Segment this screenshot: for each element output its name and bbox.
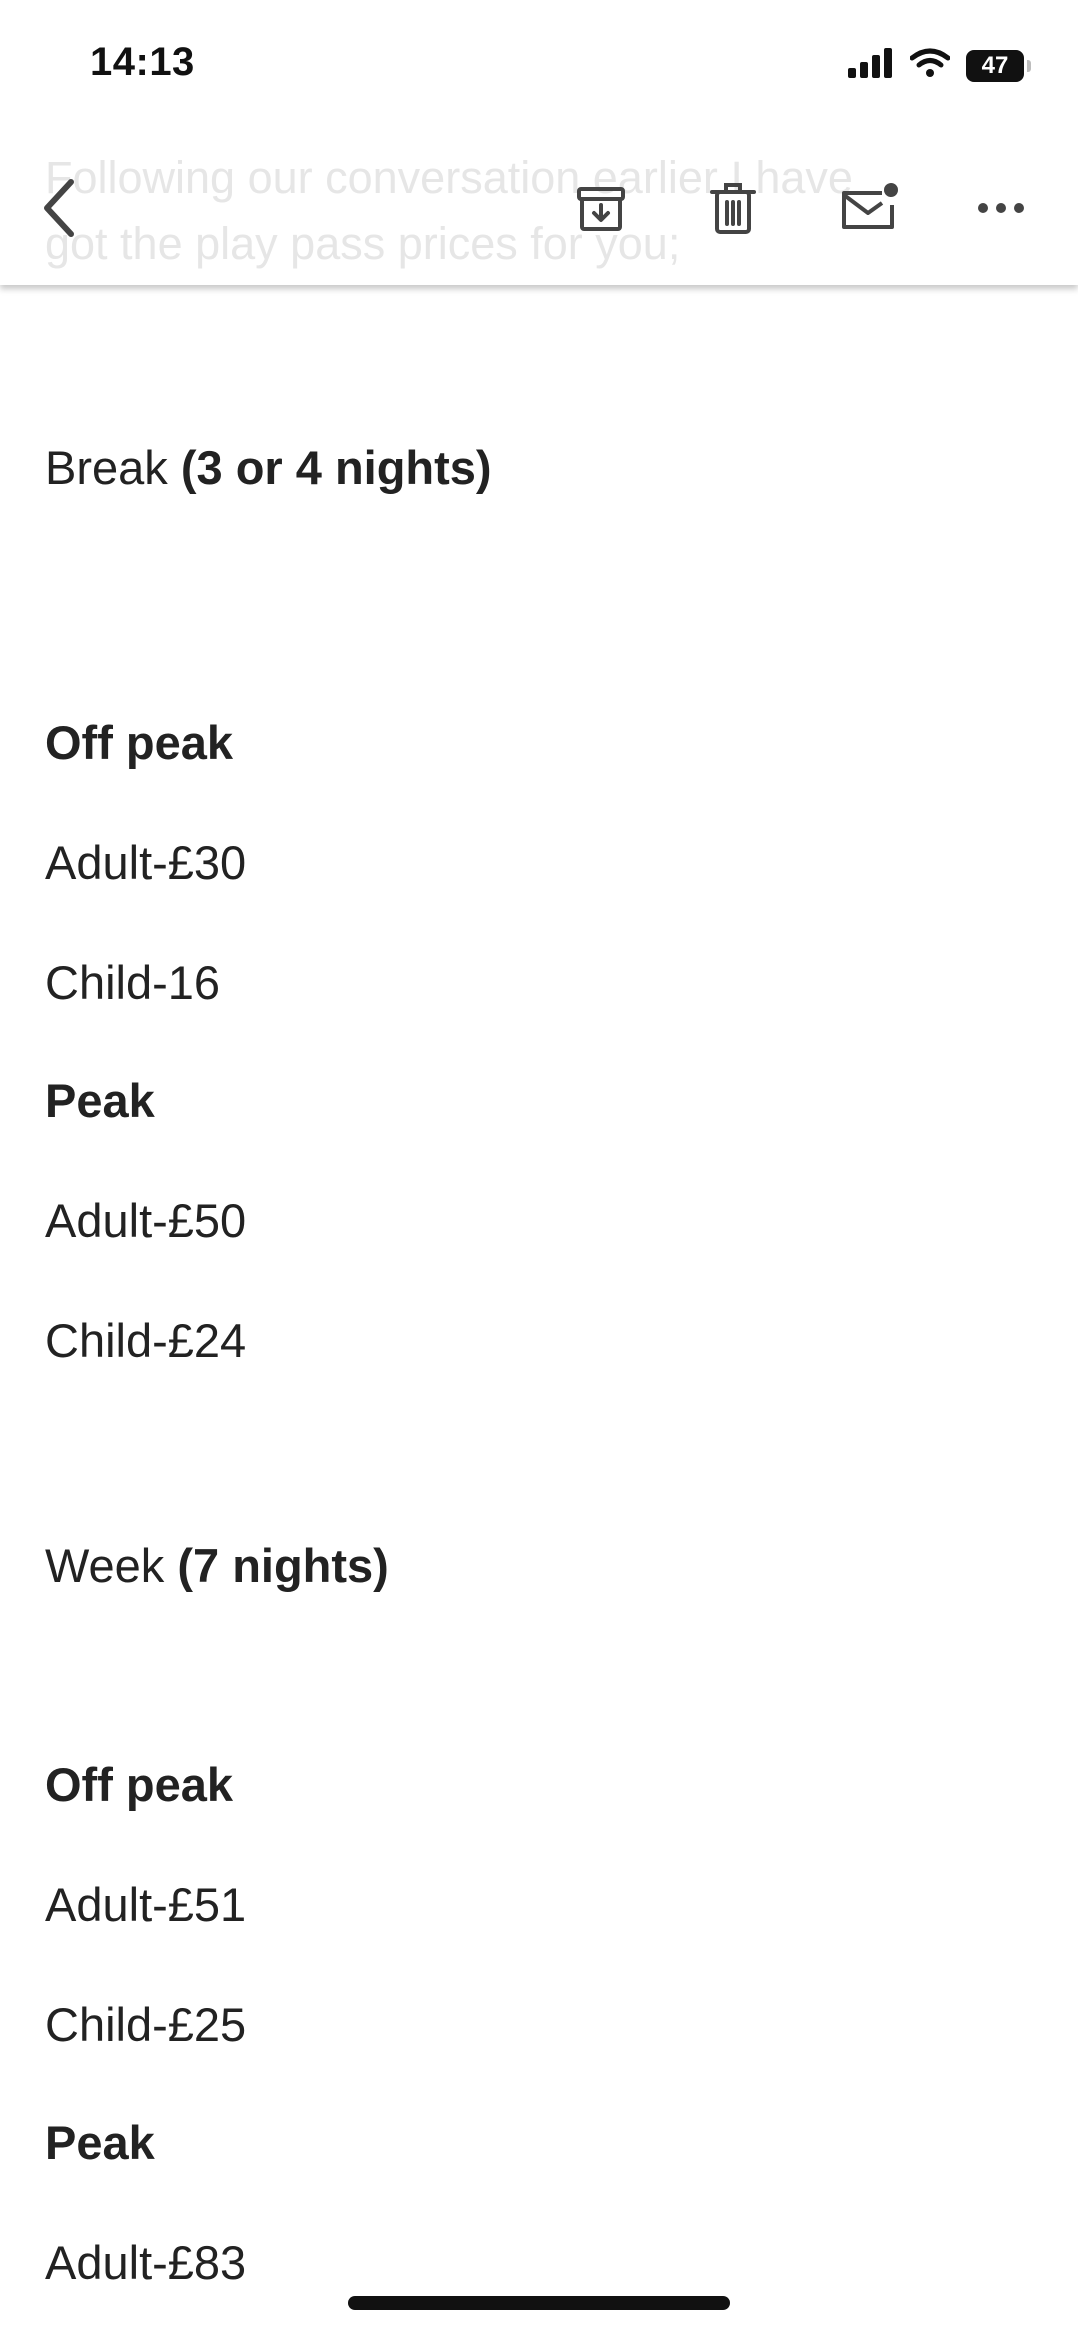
home-indicator[interactable] [348, 2296, 730, 2310]
week-nights: (7 nights) [177, 1539, 389, 1592]
week-off-peak-adult-price: Adult-£51 [45, 1878, 247, 1931]
wifi-icon [909, 48, 951, 83]
break-off-peak-heading: Off peak [45, 716, 234, 769]
week-label: Week [45, 1539, 165, 1592]
week-heading: Week (7 nights) [45, 1538, 389, 1593]
battery-icon: 47 [966, 49, 1031, 82]
week-off-peak-heading: Off peak [45, 1758, 234, 1811]
mark-unread-button[interactable] [832, 173, 906, 247]
more-options-button[interactable] [964, 173, 1038, 247]
status-bar: 14:13 47 [0, 0, 1078, 135]
status-icons: 47 [848, 48, 1031, 83]
break-nights: (3 or 4 nights) [180, 441, 492, 494]
break-off-peak-adult-price: Adult-£30 [45, 836, 247, 889]
break-off-peak-child-price: Child-16 [45, 956, 221, 1009]
week-peak-heading: Peak [45, 2116, 155, 2169]
back-chevron-icon [39, 178, 79, 243]
break-peak-adult-price: Adult-£50 [45, 1194, 247, 1247]
cellular-signal-icon [848, 48, 894, 83]
week-peak-adult-price: Adult-£83 [45, 2236, 247, 2289]
break-label: Break [45, 441, 168, 494]
week-off-peak-child-price: Child-£25 [45, 1998, 247, 2051]
status-time: 14:13 [90, 40, 195, 84]
email-toolbar: Following our conversation earlier I hav… [0, 135, 1078, 285]
mark-unread-icon [838, 181, 900, 240]
break-heading: Break (3 or 4 nights) [45, 440, 492, 495]
archive-icon [574, 181, 628, 240]
more-icon [976, 201, 1026, 220]
break-peak-heading: Peak [45, 1074, 155, 1127]
back-button[interactable] [22, 173, 96, 247]
archive-button[interactable] [564, 173, 638, 247]
break-peak-child-price: Child-£24 [45, 1314, 247, 1367]
delete-button[interactable] [696, 173, 770, 247]
delete-icon [708, 180, 758, 241]
